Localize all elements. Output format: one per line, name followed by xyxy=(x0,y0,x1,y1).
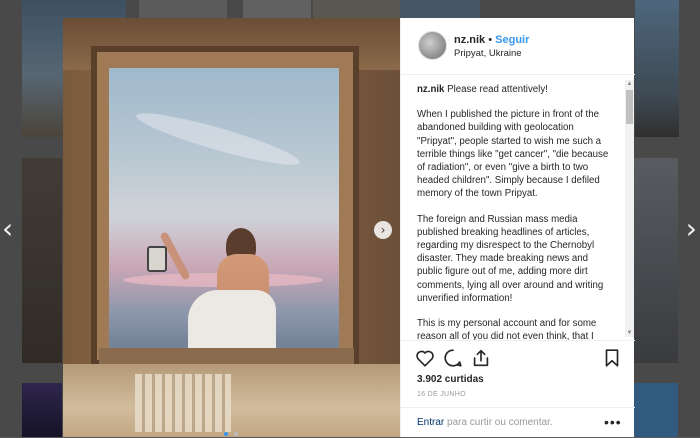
heart-icon[interactable] xyxy=(414,347,436,369)
white-cloth xyxy=(188,290,276,356)
separator: • xyxy=(488,34,493,46)
caption: nz.nik Please read attentively! When I p… xyxy=(417,83,609,340)
caption-lead: Please read attentively! xyxy=(447,84,548,95)
next-post-arrow[interactable]: › xyxy=(686,215,697,243)
follow-button[interactable]: Seguir xyxy=(495,34,529,46)
more-options-button[interactable]: ••• xyxy=(604,414,622,430)
caption-username[interactable]: nz.nik xyxy=(417,84,444,95)
carousel-next-button[interactable]: › xyxy=(374,221,392,239)
comment-icon[interactable] xyxy=(442,347,464,369)
location-link[interactable]: Pripyat, Ukraine xyxy=(454,48,522,59)
caption-paragraph: The foreign and Russian mass media publi… xyxy=(417,213,604,304)
login-prompt: Entrar para curtir ou comentar. xyxy=(417,417,553,428)
scroll-down-arrow[interactable]: ▼ xyxy=(625,329,634,337)
username-link[interactable]: nz.nik xyxy=(454,34,485,46)
login-rest-text: para curtir ou comentar. xyxy=(447,417,553,428)
carousel-dot-active xyxy=(224,432,228,436)
carousel-dots xyxy=(223,423,239,437)
comment-bar: Entrar para curtir ou comentar. ••• xyxy=(401,407,635,438)
caption-scroll-area[interactable]: nz.nik Please read attentively! When I p… xyxy=(401,75,635,340)
caption-paragraph: This is my personal account and for some… xyxy=(417,318,597,340)
lantern xyxy=(147,246,167,272)
post-actions: 3.902 curtidas 16 DE JUNHO xyxy=(401,340,635,403)
radiator xyxy=(135,374,231,432)
share-icon[interactable] xyxy=(470,347,492,369)
previous-post-arrow[interactable]: ‹ xyxy=(2,215,13,243)
post-photo: › xyxy=(63,18,400,437)
post-header: nz.nik • Seguir Pripyat, Ukraine xyxy=(401,18,635,75)
header-line: nz.nik • Seguir xyxy=(454,34,529,46)
login-link[interactable]: Entrar xyxy=(417,417,444,428)
post-modal: › nz.nik • Seguir Pripyat, Ukraine nz.ni… xyxy=(63,18,635,437)
window-sill xyxy=(99,348,354,364)
scroll-thumb[interactable] xyxy=(626,90,633,124)
likes-count[interactable]: 3.902 curtidas xyxy=(417,374,484,385)
post-side-panel: nz.nik • Seguir Pripyat, Ukraine nz.nik … xyxy=(400,18,635,437)
carousel-dot xyxy=(234,432,239,436)
avatar[interactable] xyxy=(418,31,447,60)
scroll-up-arrow[interactable]: ▲ xyxy=(625,80,634,88)
caption-paragraph: When I published the picture in front of… xyxy=(417,109,609,200)
bookmark-icon[interactable] xyxy=(601,347,623,369)
post-date: 16 DE JUNHO xyxy=(417,391,466,398)
caption-scrollbar[interactable]: ▲ ▼ xyxy=(625,80,634,337)
